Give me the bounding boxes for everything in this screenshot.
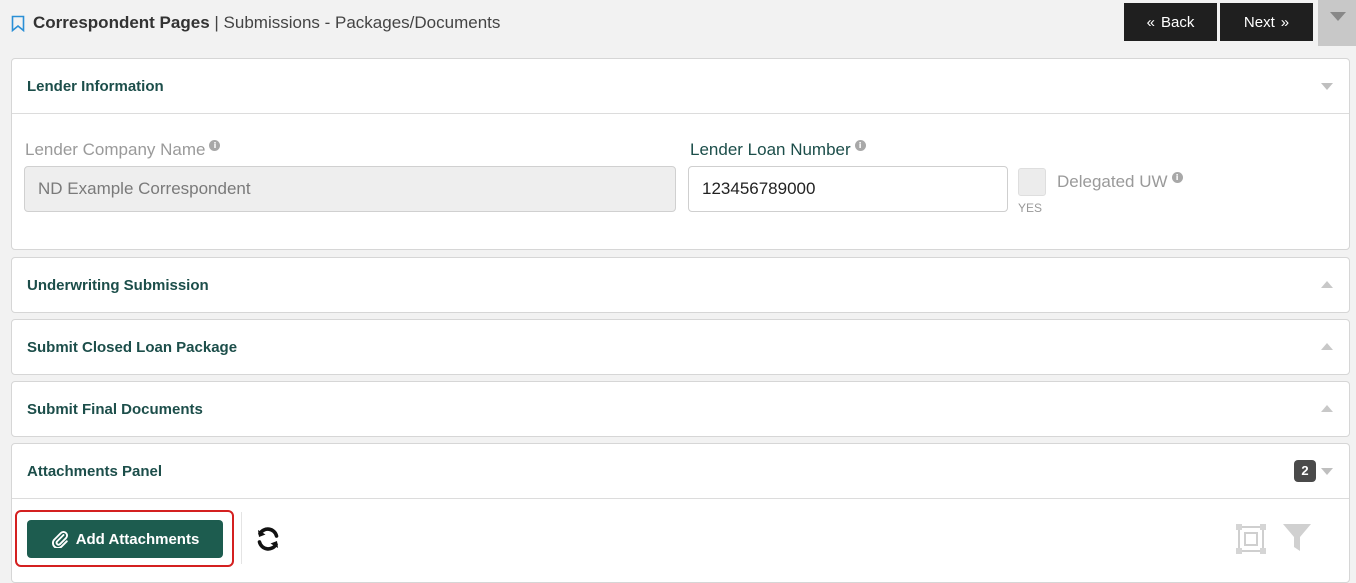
final-documents-title: Submit Final Documents	[27, 400, 203, 418]
lender-information-title: Lender Information	[27, 77, 164, 95]
title-separator: |	[209, 13, 224, 32]
delegated-uw-checkbox[interactable]	[1018, 168, 1046, 196]
company-name-label-text: Lender Company Name	[25, 140, 206, 159]
back-button-label: Back	[1160, 13, 1195, 31]
company-name-field: ND Example Correspondent	[24, 166, 676, 212]
company-name-label: Lender Company Name i	[25, 140, 221, 160]
paperclip-icon	[51, 531, 68, 548]
page-header: Correspondent Pages | Submissions - Pack…	[0, 0, 1356, 46]
closed-loan-package-header[interactable]: Submit Closed Loan Package	[12, 320, 1349, 374]
chevron-up-icon[interactable]	[1321, 281, 1333, 288]
page-title-subsection: Submissions - Packages/Documents	[223, 13, 501, 32]
attachments-panel-title: Attachments Panel	[27, 462, 163, 480]
attachments-panel-header[interactable]: Attachments Panel 2	[12, 444, 1349, 499]
closed-loan-package-panel: Submit Closed Loan Package	[11, 319, 1350, 375]
caret-down-icon	[1330, 12, 1346, 21]
next-button-label: Next	[1243, 13, 1275, 31]
refresh-icon[interactable]	[254, 525, 282, 553]
final-documents-header[interactable]: Submit Final Documents	[12, 382, 1349, 436]
loan-number-label-text: Lender Loan Number	[690, 140, 851, 159]
toolbar-divider	[241, 512, 242, 564]
chevron-down-icon[interactable]	[1321, 83, 1333, 90]
underwriting-submission-panel: Underwriting Submission	[11, 257, 1350, 313]
fit-to-screen-icon[interactable]	[1234, 522, 1268, 556]
info-icon[interactable]: i	[1171, 172, 1183, 184]
add-attachments-button[interactable]: Add Attachments	[27, 520, 223, 558]
add-attachments-label: Add Attachments	[75, 530, 200, 548]
bookmark-icon[interactable]	[11, 15, 25, 32]
page-title-section: Correspondent Pages	[33, 13, 210, 32]
double-chevron-left-icon: «	[1146, 13, 1155, 31]
double-chevron-right-icon: »	[1280, 13, 1290, 31]
underwriting-submission-header[interactable]: Underwriting Submission	[12, 258, 1349, 312]
filter-icon[interactable]	[1282, 522, 1312, 554]
delegated-uw-yes-label: YES	[1018, 201, 1043, 215]
loan-number-value: 123456789000	[702, 179, 816, 198]
chevron-up-icon[interactable]	[1321, 343, 1333, 350]
chevron-down-icon[interactable]	[1321, 468, 1333, 475]
delegated-uw-label-text: Delegated UW	[1057, 172, 1168, 191]
chevron-up-icon[interactable]	[1321, 405, 1333, 412]
header-menu-toggle[interactable]	[1318, 0, 1356, 46]
loan-number-field[interactable]: 123456789000	[688, 166, 1008, 212]
delegated-uw-label: Delegated UW i	[1057, 172, 1183, 192]
loan-number-label: Lender Loan Number i	[690, 140, 866, 160]
next-button[interactable]: Next »	[1220, 3, 1313, 41]
attachment-count-badge: 2	[1294, 460, 1316, 482]
closed-loan-package-title: Submit Closed Loan Package	[27, 338, 238, 356]
info-icon[interactable]: i	[854, 140, 866, 152]
page-title: Correspondent Pages | Submissions - Pack…	[33, 13, 500, 33]
underwriting-submission-title: Underwriting Submission	[27, 276, 209, 294]
back-button[interactable]: « Back	[1124, 3, 1217, 41]
info-icon[interactable]: i	[209, 140, 221, 152]
final-documents-panel: Submit Final Documents	[11, 381, 1350, 437]
company-name-value: ND Example Correspondent	[38, 179, 251, 198]
lender-information-header[interactable]: Lender Information	[12, 59, 1349, 114]
